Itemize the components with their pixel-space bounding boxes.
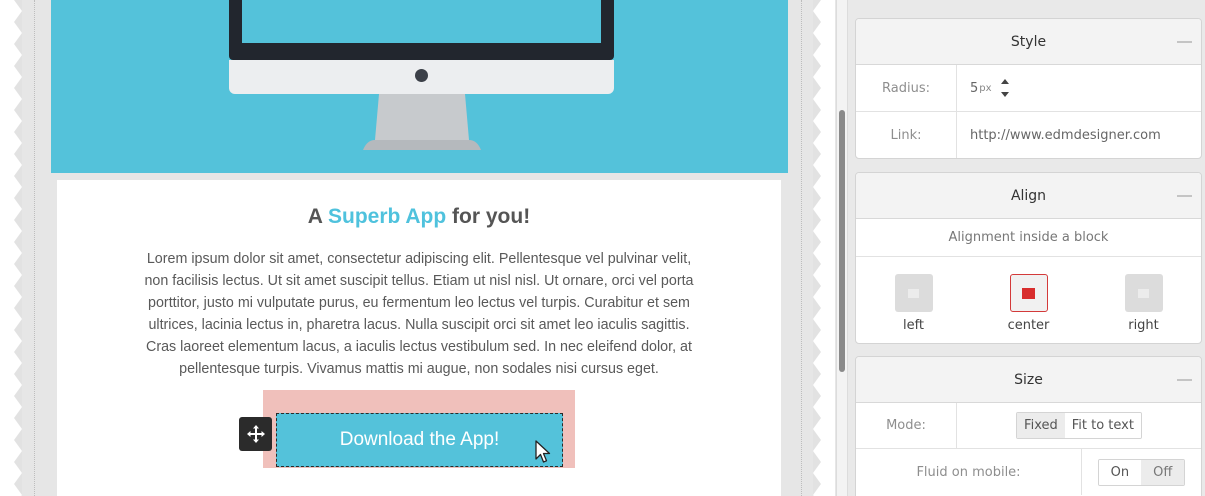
align-center-label: center [1007,318,1050,333]
align-section: Align Alignment inside a block left cent… [855,172,1202,344]
style-section: Style Radius: 5 px Link: http://www.edmde… [855,18,1202,159]
monitor-illustration [229,0,614,60]
fluid-on-button[interactable]: On [1098,459,1142,485]
mode-fit-to-text-button[interactable]: Fit to text [1064,413,1141,438]
style-section-title: Style [1010,33,1047,50]
body-line: pellentesque turpis. Vivamus mattis mi a… [179,361,659,377]
headline: A Superb App for you! [57,205,781,229]
move-handle[interactable] [239,417,272,451]
size-section-header[interactable]: Size [856,357,1201,403]
body-line: Cras laoreet elementum lacus, a iaculis … [146,339,692,355]
radius-label: Radius: [856,65,957,111]
fluid-control: On Off [1082,449,1201,495]
align-section-title: Align [1010,187,1047,204]
link-input[interactable]: http://www.edmdesigner.com [957,112,1201,158]
properties-panel: Style Radius: 5 px Link: http://www.edmde… [849,0,1205,496]
mode-toggle: Fixed Fit to text [1016,412,1142,439]
body-line: Lorem ipsum dolor sit amet, consectetur … [146,251,692,267]
collapse-icon[interactable] [1177,195,1192,197]
align-left-option[interactable]: left [856,257,971,343]
body-paragraph: Lorem ipsum dolor sit amet, consectetur … [85,248,753,380]
align-options: left center right [856,257,1201,343]
move-icon [246,425,265,443]
hero-banner[interactable] [51,0,788,173]
scrollbar-thumb[interactable] [839,110,845,372]
mouse-cursor-icon [535,440,551,463]
radius-stepper[interactable]: 5 px [957,65,1201,111]
align-left-label: left [902,318,925,333]
align-description: Alignment inside a block [856,219,1201,257]
monitor-stand [363,94,481,150]
align-right-label: right [1128,318,1159,333]
fluid-off-button[interactable]: Off [1141,459,1185,485]
radius-unit: px [979,82,992,94]
monitor-screen [242,0,601,43]
style-section-header[interactable]: Style [856,19,1201,65]
right-zigzag-border [813,0,835,496]
body-line: porttitor, justo mi vulputate purus, eu … [148,295,690,311]
mode-row: Mode: Fixed Fit to text [856,403,1201,449]
collapse-icon[interactable] [1177,379,1192,381]
stepper-arrows-icon[interactable] [1000,77,1010,99]
mode-control: Fixed Fit to text [957,403,1201,448]
fluid-row: Fluid on mobile: On Off [856,449,1201,495]
body-line: ultrices, lacinia lectus in, pharetra la… [148,317,690,333]
align-right-icon[interactable] [1124,274,1163,312]
radius-value[interactable]: 5 [970,81,978,96]
headline-prefix: A [307,205,328,228]
radius-row: Radius: 5 px [856,65,1201,112]
email-canvas: A Superb App for you! Lorem ipsum dolor … [0,0,836,496]
mode-fixed-button[interactable]: Fixed [1017,413,1065,438]
download-app-button[interactable]: Download the App! [276,413,563,467]
camera-dot [415,69,428,82]
fluid-toggle: On Off [1097,458,1186,486]
link-row: Link: http://www.edmdesigner.com [856,112,1201,158]
body-line: non facilisis lectus. Ut sit amet suscip… [144,273,694,289]
collapse-icon[interactable] [1177,41,1192,43]
canvas-scrollbar[interactable] [836,0,848,496]
mode-label: Mode: [856,403,957,448]
monitor-chin [229,60,614,94]
align-center-option[interactable]: center [971,257,1086,343]
align-center-icon[interactable] [1009,274,1048,312]
right-guide-line [801,0,802,496]
left-guide-line [34,0,35,496]
headline-accent: Superb App [328,205,447,228]
download-button-label: Download the App! [339,429,500,450]
align-section-header[interactable]: Align [856,173,1201,219]
link-label: Link: [856,112,957,158]
left-zigzag-border [0,0,22,496]
headline-suffix: for you! [446,205,531,228]
size-section: Size Mode: Fixed Fit to text Fluid on mo… [855,356,1202,496]
align-left-icon[interactable] [894,274,933,312]
fluid-mobile-label: Fluid on mobile: [856,449,1082,495]
size-section-title: Size [1014,371,1043,388]
align-right-option[interactable]: right [1086,257,1201,343]
